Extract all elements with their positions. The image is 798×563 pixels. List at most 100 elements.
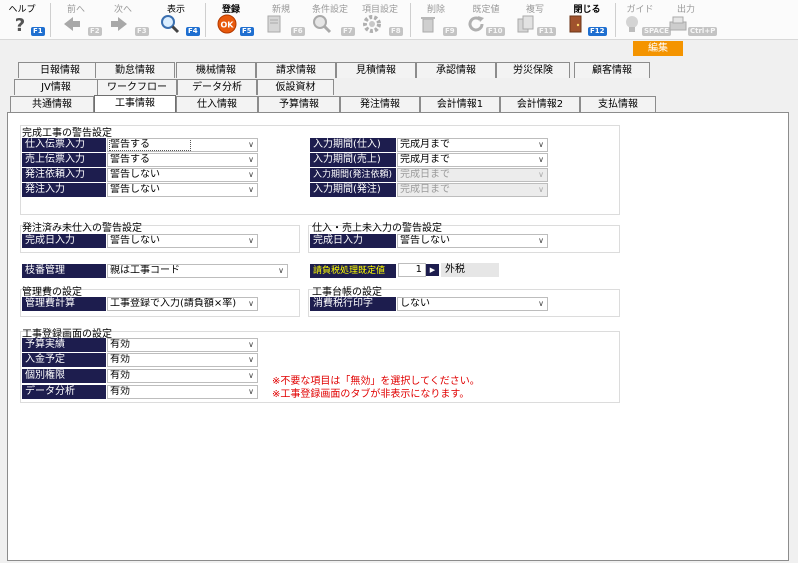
tab-purchase[interactable]: 仕入情報 — [176, 96, 258, 112]
period-order-request-label: 入力期間(発注依頼) — [310, 168, 396, 182]
show-button[interactable]: 表示 F4 — [158, 0, 200, 40]
trash-icon — [421, 17, 435, 33]
help-button[interactable]: ヘルプ ? F1 — [4, 0, 45, 40]
chevron-down-icon: ∨ — [248, 185, 254, 194]
individual-permission-select[interactable]: 有効 ∨ — [107, 369, 258, 383]
unentered-completion-select[interactable]: 警告しない ∨ — [397, 234, 548, 248]
purchase-slip-select[interactable]: 警告する ∨ — [107, 138, 258, 152]
default-button[interactable]: 既定値 F10 — [462, 0, 510, 40]
arrow-left-icon — [64, 17, 80, 31]
payment-schedule-select[interactable]: 有効 ∨ — [107, 353, 258, 367]
tab-workflow[interactable]: ワークフロー — [97, 79, 177, 95]
data-analysis-select[interactable]: 有効 ∨ — [107, 385, 258, 399]
tab-common[interactable]: 共通情報 — [10, 96, 94, 112]
copy-button[interactable]: 複写 F11 — [512, 0, 558, 40]
toolbar-divider — [205, 3, 206, 37]
period-purchase-label: 入力期間(仕入) — [310, 138, 396, 152]
chevron-down-icon: ∨ — [538, 236, 544, 245]
period-order-select[interactable]: 完成日まで ∨ — [397, 183, 548, 197]
tab-customer[interactable]: 顧客情報 — [574, 62, 650, 78]
chevron-down-icon: ∨ — [248, 299, 254, 308]
billing-tax-default-label: 請負税処理既定値 — [310, 264, 396, 278]
tab-daily-report[interactable]: 日報情報 — [18, 62, 102, 78]
chevron-down-icon: ∨ — [538, 185, 544, 194]
construction-info-panel: 完成工事の警告設定 仕入伝票入力 警告する ∨ 売上伝票入力 警告する ∨ 発注依頼… — [7, 112, 789, 561]
chevron-down-icon: ∨ — [248, 140, 254, 149]
branch-management-select[interactable]: 親は工事コード ∨ — [107, 264, 288, 278]
f6-key-badge: F6 — [291, 27, 305, 36]
tab-accounting-2[interactable]: 会計情報2 — [500, 96, 580, 112]
guide-button[interactable]: ガイド SPACE — [620, 0, 671, 40]
toolbar-divider — [50, 3, 51, 37]
tab-machine[interactable]: 機械情報 — [176, 62, 256, 78]
management-fee-calc-label: 管理費計算 — [22, 297, 106, 311]
tab-estimate[interactable]: 見積情報 — [336, 62, 416, 78]
billing-tax-name: 外税 — [441, 263, 499, 277]
chevron-down-icon: ∨ — [278, 266, 284, 275]
tab-billing[interactable]: 請求情報 — [256, 62, 336, 78]
consumption-tax-print-select[interactable]: しない ∨ — [397, 297, 548, 311]
period-purchase-select[interactable]: 完成月まで ∨ — [397, 138, 548, 152]
order-request-label: 発注依頼入力 — [22, 168, 106, 182]
sales-slip-select[interactable]: 警告する ∨ — [107, 153, 258, 167]
tab-temporary-materials[interactable]: 仮設資材 — [257, 79, 334, 95]
new-button[interactable]: 新規 F6 — [263, 0, 305, 40]
chevron-down-icon: ∨ — [248, 236, 254, 245]
prev-button[interactable]: 前へ F2 — [58, 0, 102, 40]
f4-key-badge: F4 — [186, 27, 200, 36]
svg-text:OK: OK — [221, 21, 235, 30]
f8-key-badge: F8 — [389, 27, 403, 36]
tab-labor-insurance[interactable]: 労災保険 — [496, 62, 570, 78]
tab-order[interactable]: 発注情報 — [340, 96, 420, 112]
tab-construction[interactable]: 工事情報 — [94, 95, 176, 112]
data-analysis-label: データ分析 — [22, 385, 106, 399]
chevron-down-icon: ∨ — [248, 371, 254, 380]
budget-actual-label: 予算実績 — [22, 338, 106, 352]
f11-key-badge: F11 — [537, 27, 556, 36]
arrow-right-icon — [111, 17, 127, 31]
printer-icon — [669, 16, 687, 31]
f2-key-badge: F2 — [88, 27, 102, 36]
tab-data-analysis[interactable]: データ分析 — [177, 79, 257, 95]
f3-key-badge: F3 — [135, 27, 149, 36]
order-request-select[interactable]: 警告しない ∨ — [107, 168, 258, 182]
period-order-request-select[interactable]: 完成日まで ∨ — [397, 168, 548, 182]
condition-button[interactable]: 条件設定 F7 — [308, 0, 355, 40]
billing-tax-code-input[interactable]: 1 — [398, 263, 426, 277]
f5-key-badge: F5 — [240, 27, 254, 36]
chevron-down-icon: ∨ — [248, 155, 254, 164]
toolbar: ヘルプ ? F1 前へ F2 次へ F3 表示 F4 登録 OK F5 新規 F… — [0, 0, 798, 40]
f1-key-badge: F1 — [31, 27, 45, 36]
management-fee-calc-select[interactable]: 工事登録で入力(請負額×率) ∨ — [107, 297, 258, 311]
f9-key-badge: F9 — [443, 27, 457, 36]
tab-accounting-1[interactable]: 会計情報1 — [420, 96, 500, 112]
tab-attendance[interactable]: 勤怠情報 — [95, 62, 175, 78]
help-icon: ? — [15, 15, 25, 34]
f7-key-badge: F7 — [341, 27, 355, 36]
next-button[interactable]: 次へ F3 — [105, 0, 149, 40]
close-button[interactable]: 閉じる F12 — [564, 0, 610, 40]
tab-jv[interactable]: JV情報 — [14, 79, 98, 95]
gear-icon — [363, 15, 381, 33]
period-sales-select[interactable]: 完成月まで ∨ — [397, 153, 548, 167]
search-condition-icon — [313, 15, 332, 34]
period-sales-label: 入力期間(売上) — [310, 153, 396, 167]
lookup-arrow-icon[interactable]: ▶ — [426, 264, 439, 276]
warning-settings-title: 完成工事の警告設定 — [22, 128, 112, 139]
register-button[interactable]: 登録 OK F5 — [213, 0, 254, 40]
tab-payment[interactable]: 支払情報 — [580, 96, 656, 112]
tab-budget[interactable]: 予算情報 — [258, 96, 340, 112]
f10-key-badge: F10 — [486, 27, 505, 36]
tab-approval[interactable]: 承認情報 — [416, 62, 496, 78]
new-document-icon — [267, 15, 281, 33]
unpurchased-completion-label: 完成日入力 — [22, 234, 106, 248]
door-exit-icon — [569, 15, 582, 33]
chevron-down-icon: ∨ — [248, 387, 254, 396]
order-entry-select[interactable]: 警告しない ∨ — [107, 183, 258, 197]
hint-text-2: ※工事登録画面のタブが非表示になります。 — [272, 389, 470, 400]
budget-actual-select[interactable]: 有効 ∨ — [107, 338, 258, 352]
delete-button[interactable]: 削除 F9 — [416, 0, 457, 40]
item-settings-button[interactable]: 項目設定 F8 — [358, 0, 403, 40]
unpurchased-completion-select[interactable]: 警告しない ∨ — [107, 234, 258, 248]
output-button[interactable]: 出力 Ctrl+P — [666, 0, 718, 40]
